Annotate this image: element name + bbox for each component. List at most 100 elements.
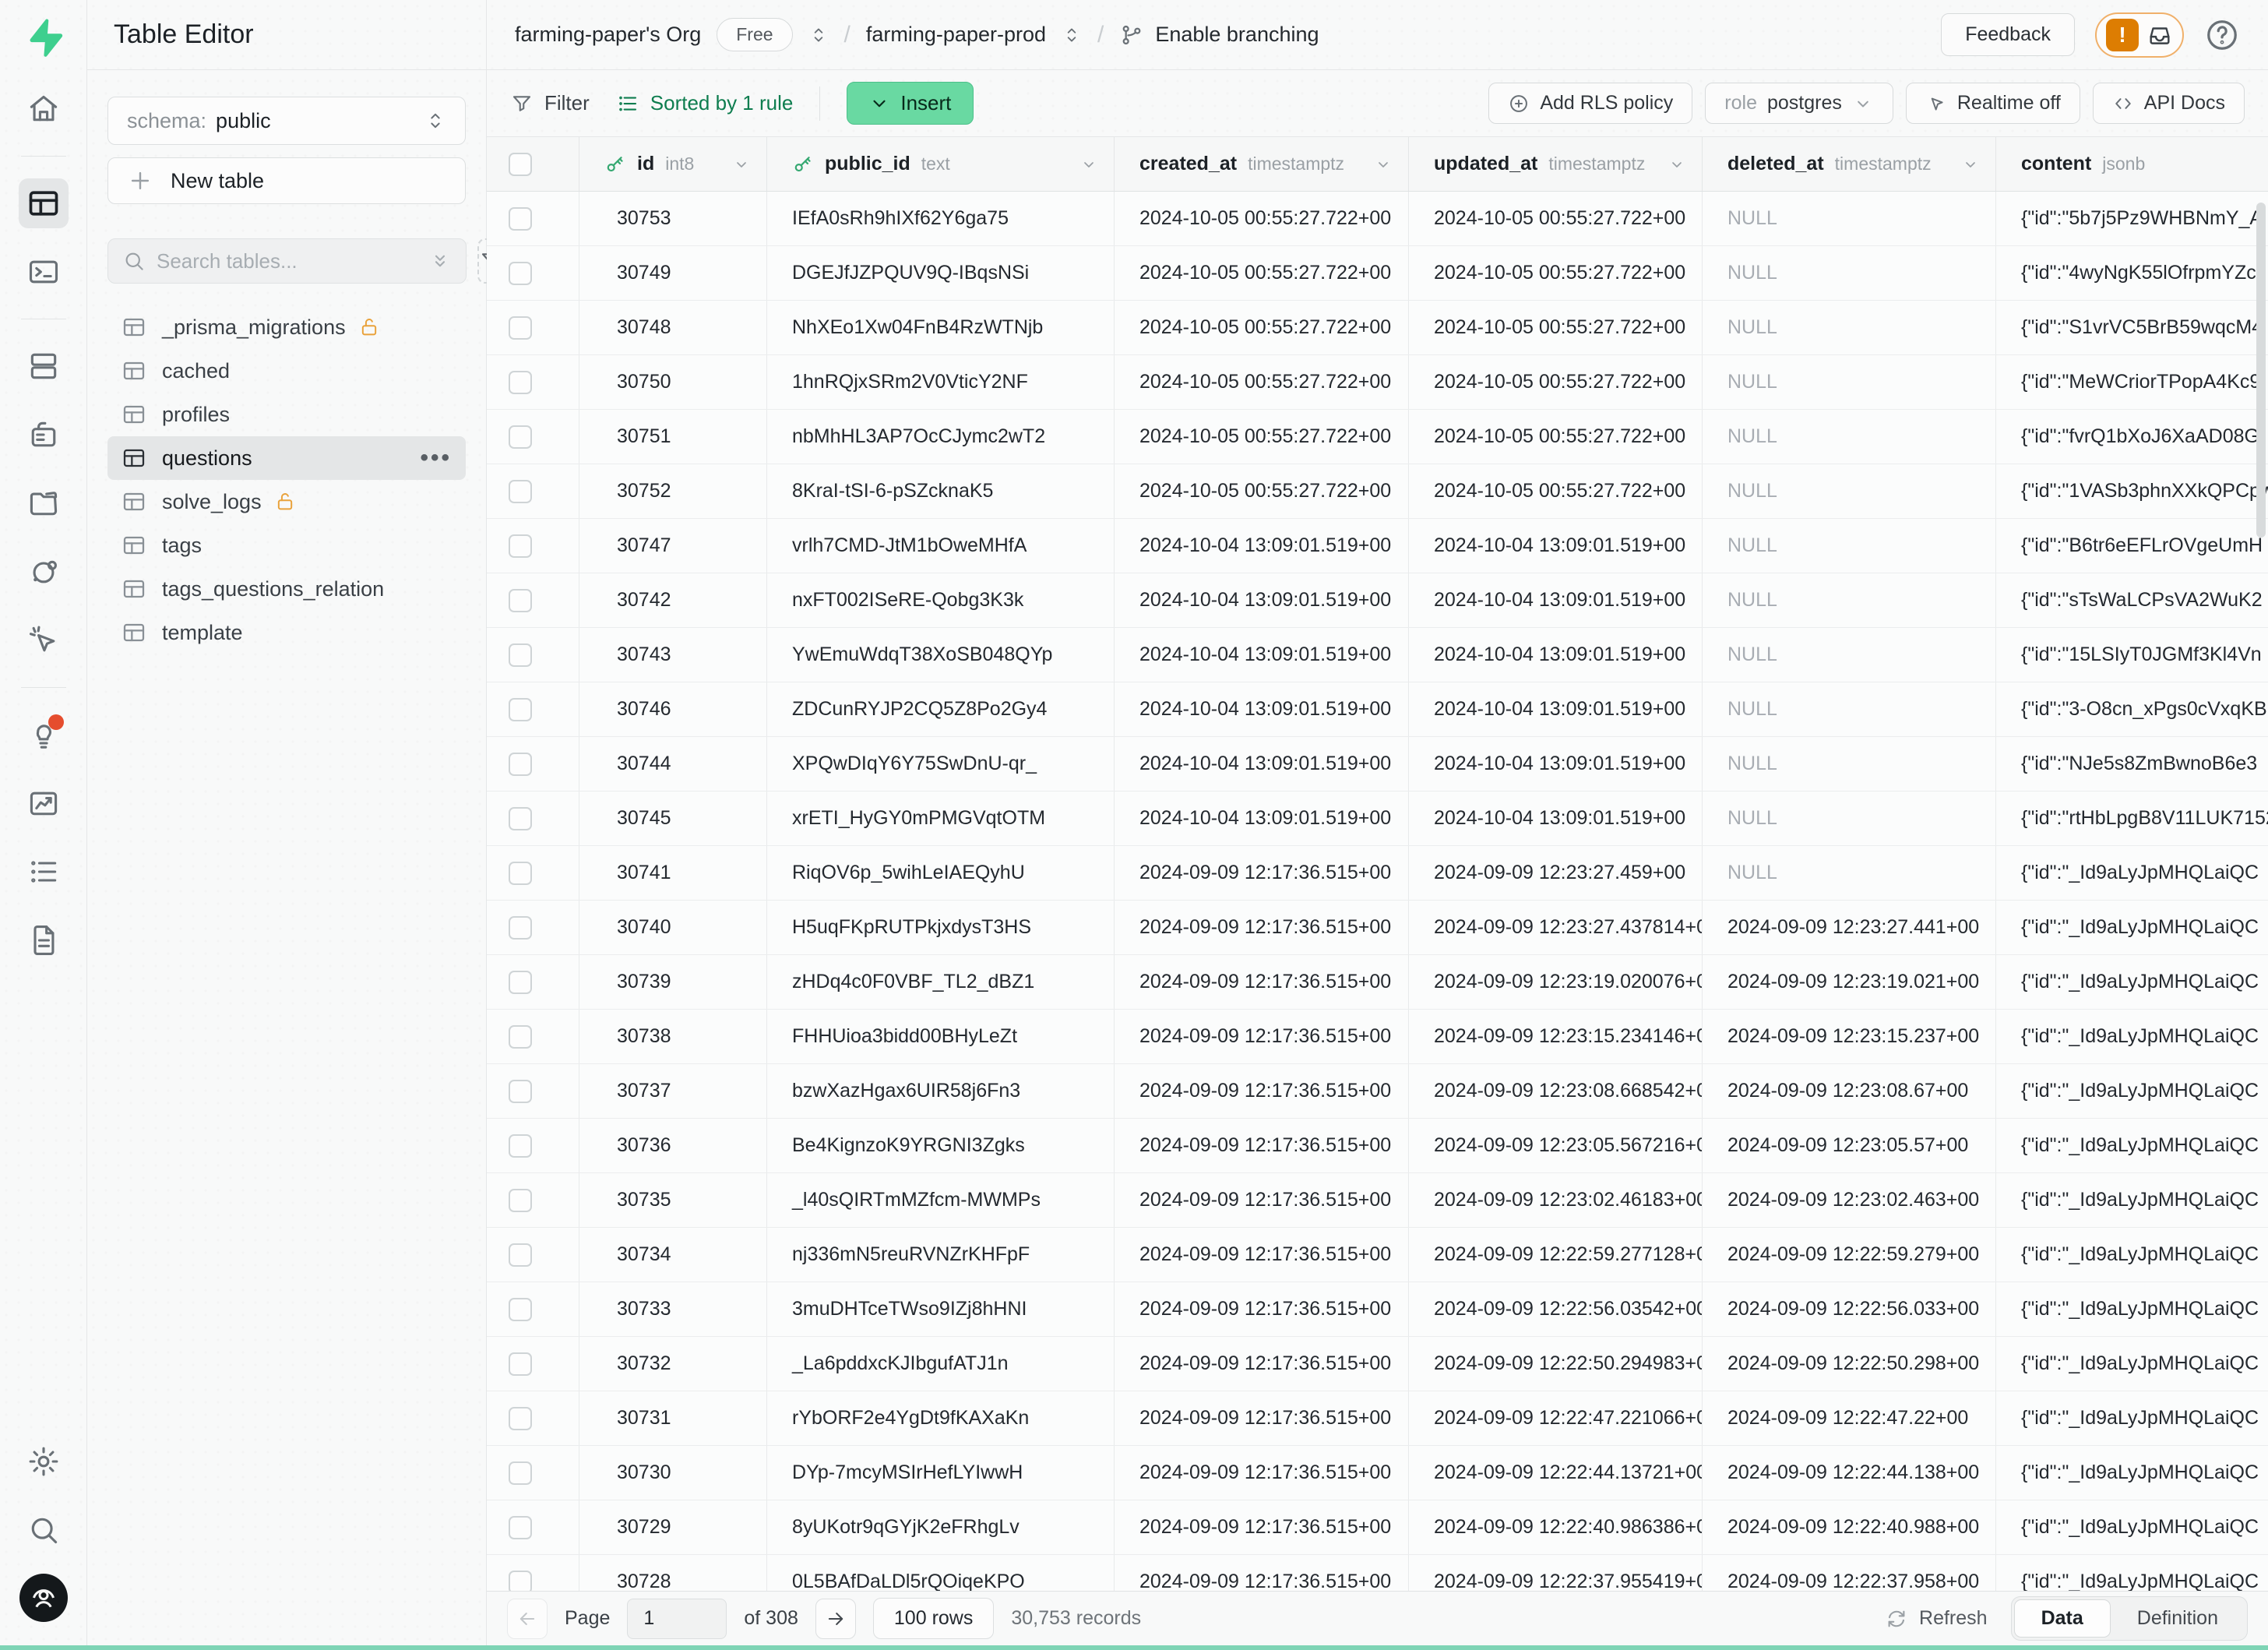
cell-deleted-at[interactable]: NULL [1703,301,1996,354]
cell-created-at[interactable]: 2024-10-04 13:09:01.519+00 [1115,628,1409,682]
row-checkbox[interactable] [509,1571,532,1592]
row-checkbox[interactable] [509,207,532,231]
cell-created-at[interactable]: 2024-09-09 12:17:36.515+00 [1115,1119,1409,1172]
cell-id[interactable]: 30728 [579,1555,767,1591]
cell-id[interactable]: 30740 [579,901,767,954]
cell-created-at[interactable]: 2024-09-09 12:17:36.515+00 [1115,1555,1409,1591]
cell-deleted-at[interactable]: 2024-09-09 12:23:02.463+00 [1703,1173,1996,1227]
cell-created-at[interactable]: 2024-09-09 12:17:36.515+00 [1115,846,1409,900]
cell-content[interactable]: {"id":"_Id9aLyJpMHQLaiQC [1996,1337,2268,1391]
cell-id[interactable]: 30732 [579,1337,767,1391]
row-checkbox[interactable] [509,1461,532,1485]
refresh-button[interactable]: Refresh [1885,1607,1988,1631]
cell-public-id[interactable]: vrlh7CMD-JtM1bOweMHfA [767,519,1115,573]
cell-deleted-at[interactable]: 2024-09-09 12:23:05.57+00 [1703,1119,1996,1172]
cell-public-id[interactable]: rYbORF2e4YgDt9fKAXaKn [767,1391,1115,1445]
cell-deleted-at[interactable]: NULL [1703,682,1996,736]
cell-deleted-at[interactable]: 2024-09-09 12:23:19.021+00 [1703,955,1996,1009]
cell-content[interactable]: {"id":"_Id9aLyJpMHQLaiQC [1996,1391,2268,1445]
cell-created-at[interactable]: 2024-09-09 12:17:36.515+00 [1115,1391,1409,1445]
cell-deleted-at[interactable]: NULL [1703,519,1996,573]
cell-updated-at[interactable]: 2024-10-04 13:09:01.519+00 [1409,737,1703,791]
home-nav[interactable] [19,84,69,134]
cell-content[interactable]: {"id":"_Id9aLyJpMHQLaiQC [1996,846,2268,900]
chevron-down-icon[interactable] [1961,155,1980,174]
row-checkbox[interactable] [509,862,532,885]
cell-updated-at[interactable]: 2024-10-05 00:55:27.722+00 [1409,301,1703,354]
cell-public-id[interactable]: nj336mN5reuRVNZrKHFpF [767,1228,1115,1282]
column-header-updated-at[interactable]: updated_at timestamptz [1409,137,1703,191]
row-checkbox[interactable] [509,371,532,394]
realtime-toggle-button[interactable]: Realtime off [1906,83,2080,124]
sidebar-table-item[interactable]: _prisma_migrations ••• [107,305,466,349]
cell-deleted-at[interactable]: NULL [1703,246,1996,300]
insert-button[interactable]: Insert [847,82,974,125]
cell-content[interactable]: {"id":"_Id9aLyJpMHQLaiQC [1996,1500,2268,1554]
cell-id[interactable]: 30749 [579,246,767,300]
column-header-id[interactable]: id int8 [579,137,767,191]
cell-public-id[interactable]: 8yUKotr9qGYjK2eFRhgLv [767,1500,1115,1554]
cell-id[interactable]: 30733 [579,1282,767,1336]
cell-public-id[interactable]: RiqOV6p_5wihLeIAEQyhU [767,846,1115,900]
cell-deleted-at[interactable]: NULL [1703,573,1996,627]
cell-public-id[interactable]: bzwXazHgax6UIR58j6Fn3 [767,1064,1115,1118]
cell-id[interactable]: 30753 [579,192,767,245]
row-checkbox[interactable] [509,643,532,667]
cell-id[interactable]: 30752 [579,464,767,518]
cell-content[interactable]: {"id":"_Id9aLyJpMHQLaiQC [1996,1064,2268,1118]
cell-content[interactable]: {"id":"_Id9aLyJpMHQLaiQC [1996,1119,2268,1172]
cell-updated-at[interactable]: 2024-10-05 00:55:27.722+00 [1409,355,1703,409]
cell-id[interactable]: 30742 [579,573,767,627]
rows-per-page-button[interactable]: 100 rows [873,1598,994,1639]
chevrons-down-icon[interactable] [428,249,452,273]
cell-updated-at[interactable]: 2024-09-09 12:22:44.13721+00 [1409,1446,1703,1500]
chevron-down-icon[interactable] [1668,155,1686,174]
cell-created-at[interactable]: 2024-10-04 13:09:01.519+00 [1115,573,1409,627]
row-checkbox[interactable] [509,1189,532,1212]
cell-id[interactable]: 30731 [579,1391,767,1445]
cell-public-id[interactable]: _La6pddxcKJIbgufATJ1n [767,1337,1115,1391]
cell-created-at[interactable]: 2024-10-04 13:09:01.519+00 [1115,519,1409,573]
cell-updated-at[interactable]: 2024-09-09 12:22:50.294983+00 [1409,1337,1703,1391]
cell-public-id[interactable]: _l40sQIRTmMZfcm-MWMPs [767,1173,1115,1227]
cell-content[interactable]: {"id":"_Id9aLyJpMHQLaiQC [1996,1555,2268,1591]
row-checkbox[interactable] [509,1080,532,1103]
cell-deleted-at[interactable]: 2024-09-09 12:22:47.22+00 [1703,1391,1996,1445]
row-checkbox[interactable] [509,425,532,449]
cell-updated-at[interactable]: 2024-09-09 12:23:15.234146+00 [1409,1010,1703,1063]
cell-updated-at[interactable]: 2024-10-04 13:09:01.519+00 [1409,792,1703,845]
user-avatar[interactable] [19,1574,68,1622]
cell-id[interactable]: 30738 [579,1010,767,1063]
cell-public-id[interactable]: 8KraI-tSI-6-pSZcknaK5 [767,464,1115,518]
cell-updated-at[interactable]: 2024-09-09 12:23:19.020076+00 [1409,955,1703,1009]
cell-created-at[interactable]: 2024-10-05 00:55:27.722+00 [1115,464,1409,518]
cell-deleted-at[interactable]: NULL [1703,737,1996,791]
cell-created-at[interactable]: 2024-10-05 00:55:27.722+00 [1115,301,1409,354]
row-checkbox[interactable] [509,1298,532,1321]
cell-public-id[interactable]: DGEJfJZPQUV9Q-IBqsNSi [767,246,1115,300]
next-page-button[interactable] [815,1599,856,1639]
cell-id[interactable]: 30735 [579,1173,767,1227]
feedback-button[interactable]: Feedback [1941,13,2075,56]
row-checkbox[interactable] [509,480,532,503]
edge-functions-nav[interactable] [19,547,69,597]
select-all-checkbox[interactable] [509,153,532,176]
search-tables-input[interactable] [157,249,417,273]
column-header-public-id[interactable]: public_id text [767,137,1115,191]
cell-public-id[interactable]: DYp-7mcyMSIrHefLYIwwH [767,1446,1115,1500]
row-checkbox[interactable] [509,807,532,830]
cell-id[interactable]: 30734 [579,1228,767,1282]
cell-public-id[interactable]: NhXEo1Xw04FnB4RzWTNjb [767,301,1115,354]
cell-updated-at[interactable]: 2024-10-04 13:09:01.519+00 [1409,628,1703,682]
column-header-created-at[interactable]: created_at timestamptz [1115,137,1409,191]
sidebar-table-item[interactable]: tags ••• [107,524,466,567]
tab-definition[interactable]: Definition [2111,1600,2245,1637]
sql-editor-nav[interactable] [19,247,69,297]
sidebar-table-item[interactable]: cached ••• [107,349,466,393]
column-header-content[interactable]: content jsonb [1996,137,2268,191]
logs-nav[interactable] [19,847,69,897]
cell-created-at[interactable]: 2024-10-05 00:55:27.722+00 [1115,246,1409,300]
cell-public-id[interactable]: 1hnRQjxSRm2V0VticY2NF [767,355,1115,409]
cell-deleted-at[interactable]: NULL [1703,628,1996,682]
cell-content[interactable]: {"id":"15LSIyT0JGMf3Kl4Vn [1996,628,2268,682]
